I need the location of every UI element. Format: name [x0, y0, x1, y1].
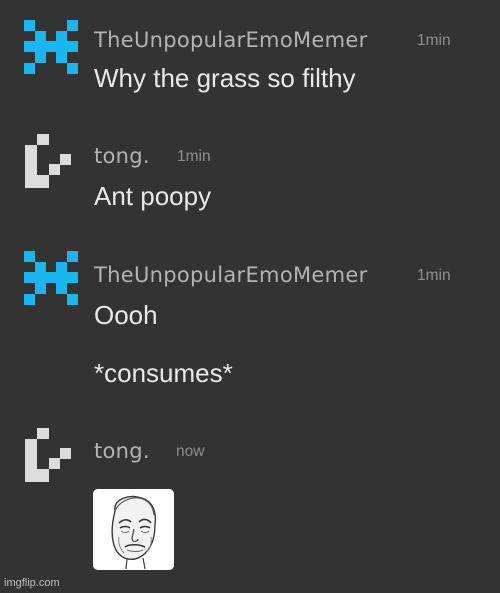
message-text: Why the grass so filthy	[94, 63, 356, 93]
username[interactable]: TheUnpopularEmoMemer	[94, 27, 368, 53]
timestamp: 1min	[417, 267, 451, 284]
pixel-hook-avatar-icon[interactable]	[24, 428, 78, 482]
username[interactable]: TheUnpopularEmoMemer	[94, 262, 368, 288]
watermark: imgflip.com	[4, 577, 60, 589]
message-text: Ant poopy	[94, 181, 212, 211]
meme-image-attachment[interactable]	[93, 489, 174, 570]
pixel-x-avatar-icon[interactable]	[24, 20, 78, 74]
pixel-hook-avatar-icon[interactable]	[24, 134, 78, 188]
message-text: Oooh	[94, 300, 158, 330]
username[interactable]: tong.	[94, 438, 150, 464]
message-text: *consumes*	[94, 358, 233, 388]
timestamp: 1min	[177, 148, 211, 165]
pixel-x-avatar-icon[interactable]	[24, 251, 78, 305]
okay-guy-meme-face-image	[93, 489, 174, 570]
timestamp: 1min	[417, 32, 451, 49]
username[interactable]: tong.	[94, 143, 150, 169]
timestamp: now	[176, 443, 205, 460]
